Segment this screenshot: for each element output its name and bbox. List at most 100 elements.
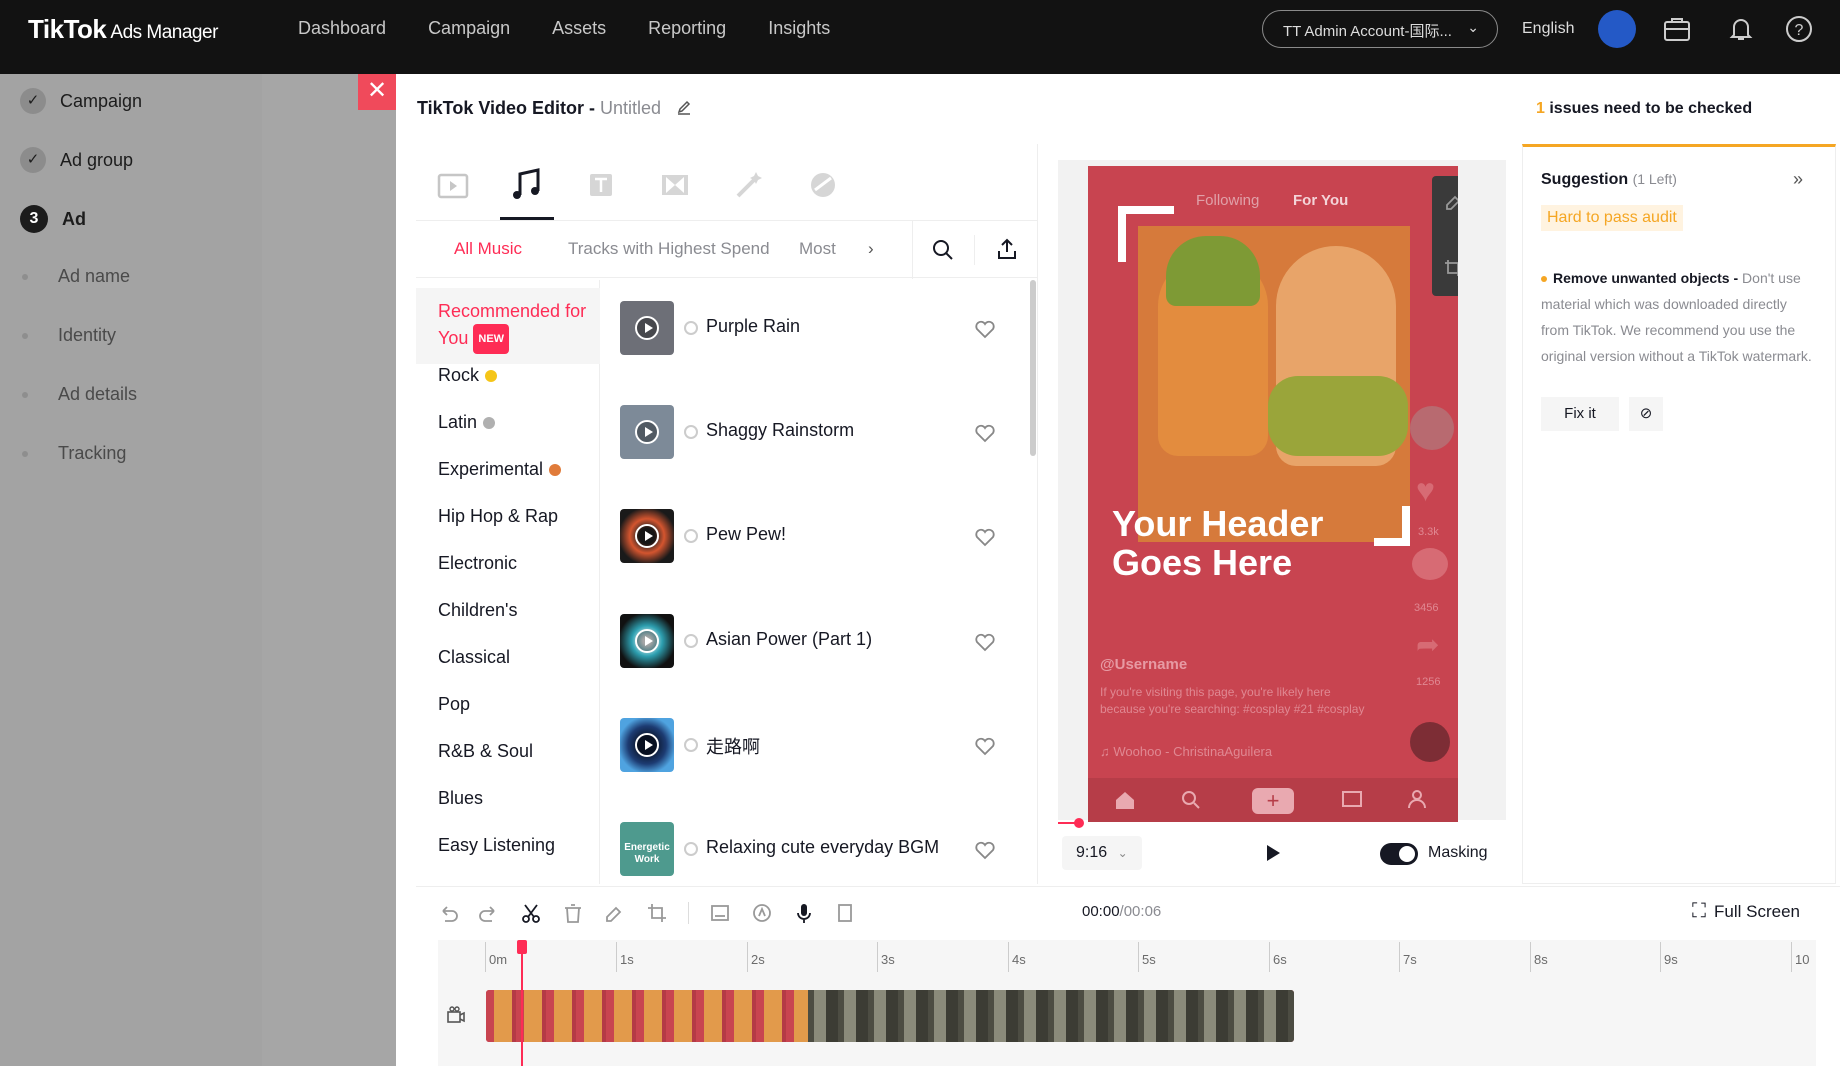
tiktok-ads-logo[interactable]: TikTok Ads Manager [28,14,218,45]
fullscreen-button[interactable]: ⛶ Full Screen [1692,900,1800,923]
step-campaign[interactable]: ✓ Campaign [20,88,142,114]
heart-icon[interactable] [974,840,996,860]
genre-childrens[interactable]: Children's [438,600,517,621]
tab-transitions[interactable] [638,150,712,220]
undo-icon[interactable] [437,902,459,924]
substep-identity[interactable]: Identity [22,325,116,346]
track-thumbnail[interactable]: Energetic Work [620,822,674,876]
clip-segment-a[interactable] [486,990,808,1042]
track-thumbnail[interactable] [620,509,674,563]
heart-icon[interactable] [974,527,996,547]
heart-icon[interactable] [974,632,996,652]
redo-icon[interactable] [478,902,500,924]
chevron-right-icon[interactable]: › [868,239,874,259]
playhead[interactable] [517,940,527,1066]
track-item[interactable]: Energetic Work Relaxing cute everyday BGM [620,822,1010,876]
substep-tracking[interactable]: Tracking [22,443,126,464]
heart-icon[interactable] [974,423,996,443]
scissors-icon[interactable] [520,902,542,924]
heart-icon[interactable] [974,736,996,756]
text-to-speech-icon[interactable] [751,902,773,924]
nav-campaign[interactable]: Campaign [428,18,510,39]
tab-text[interactable] [564,150,638,220]
account-selector[interactable]: TT Admin Account-国际... ⌄ [1262,10,1498,48]
close-icon[interactable]: ✕ [358,74,396,110]
avatar[interactable] [1598,10,1636,48]
delete-icon[interactable] [562,902,584,924]
modal-overlay [262,74,396,1066]
chevron-down-icon: ⌄ [1467,19,1479,35]
track-item[interactable]: Purple Rain [620,301,1010,355]
bell-icon[interactable] [1726,14,1756,44]
clip-segment-b[interactable] [808,990,1294,1042]
step-ad-group[interactable]: ✓ Ad group [20,147,133,173]
genre-experimental[interactable]: Experimental [438,459,562,480]
nav-assets[interactable]: Assets [552,18,606,39]
locate-icon[interactable]: ⊘ [1629,397,1663,431]
play-icon[interactable] [1264,843,1282,863]
tick-line [1008,942,1009,972]
preview-progress-handle[interactable] [1074,818,1084,828]
upload-icon[interactable] [995,237,1019,261]
microphone-icon[interactable] [793,902,815,924]
genre-electronic[interactable]: Electronic [438,553,517,574]
video-header-text[interactable]: Your Header Goes Here [1112,504,1352,582]
radio-icon[interactable] [684,634,698,648]
help-icon[interactable]: ? [1784,14,1814,44]
genre-rnb-soul[interactable]: R&B & Soul [438,741,533,762]
filter-most[interactable]: Most [799,239,836,259]
video-clip-strip[interactable] [486,990,1294,1042]
track-item[interactable]: Asian Power (Part 1) [620,614,1010,668]
genre-classical[interactable]: Classical [438,647,510,668]
radio-icon[interactable] [684,321,698,335]
language-selector[interactable]: English [1522,20,1574,38]
genre-easy-listening[interactable]: Easy Listening [438,835,555,856]
nav-dashboard[interactable]: Dashboard [298,18,386,39]
track-thumbnail[interactable] [620,718,674,772]
fix-it-button[interactable]: Fix it [1541,397,1619,431]
nav-insights[interactable]: Insights [768,18,830,39]
genre-blues[interactable]: Blues [438,788,483,809]
track-list-scrollbar[interactable] [1030,280,1036,456]
step-ad[interactable]: 3 Ad [20,205,86,233]
edit-pencil-icon[interactable] [676,100,692,116]
nav-reporting[interactable]: Reporting [648,18,726,39]
eraser-icon[interactable] [603,902,625,924]
tab-music[interactable] [490,150,564,220]
substep-ad-name[interactable]: Ad name [22,266,130,287]
subtitle-icon[interactable] [709,902,731,924]
genre-hip-hop[interactable]: Hip Hop & Rap [438,506,558,527]
collapse-panel-icon[interactable]: » [1793,169,1803,190]
filter-all-music[interactable]: All Music [454,239,522,259]
genre-pop[interactable]: Pop [438,694,470,715]
radio-icon[interactable] [684,738,698,752]
track-thumbnail[interactable] [620,301,674,355]
aspect-ratio-select[interactable]: 9:16 ⌄ [1062,836,1142,870]
eraser-icon[interactable] [1443,192,1458,212]
search-icon[interactable] [931,238,955,262]
radio-icon[interactable] [684,842,698,856]
genre-label: Latin [438,412,478,432]
filter-highest-spend[interactable]: Tracks with Highest Spend [568,239,770,259]
track-item[interactable]: Pew Pew! [620,509,1010,563]
radio-icon[interactable] [684,529,698,543]
heart-icon[interactable] [974,319,996,339]
genre-recommended[interactable]: Recommended for You NEW [416,288,600,364]
crop-icon[interactable] [646,902,668,924]
issues-notice[interactable]: 1 issues need to be checked [1536,100,1752,118]
crop-icon[interactable] [1443,258,1458,278]
radio-icon[interactable] [684,425,698,439]
tab-video[interactable] [416,150,490,220]
track-item[interactable]: Shaggy Rainstorm [620,405,1010,459]
track-thumbnail[interactable] [620,405,674,459]
genre-rock[interactable]: Rock [438,365,498,386]
freeze-frame-icon[interactable] [834,902,856,924]
briefcase-icon[interactable] [1662,14,1692,44]
tab-stickers[interactable] [786,150,860,220]
genre-latin[interactable]: Latin [438,412,496,433]
masking-toggle[interactable] [1380,843,1418,865]
substep-ad-details[interactable]: Ad details [22,384,137,405]
tab-effects[interactable] [712,150,786,220]
track-thumbnail[interactable] [620,614,674,668]
track-item[interactable]: 走路啊 [620,718,1010,772]
